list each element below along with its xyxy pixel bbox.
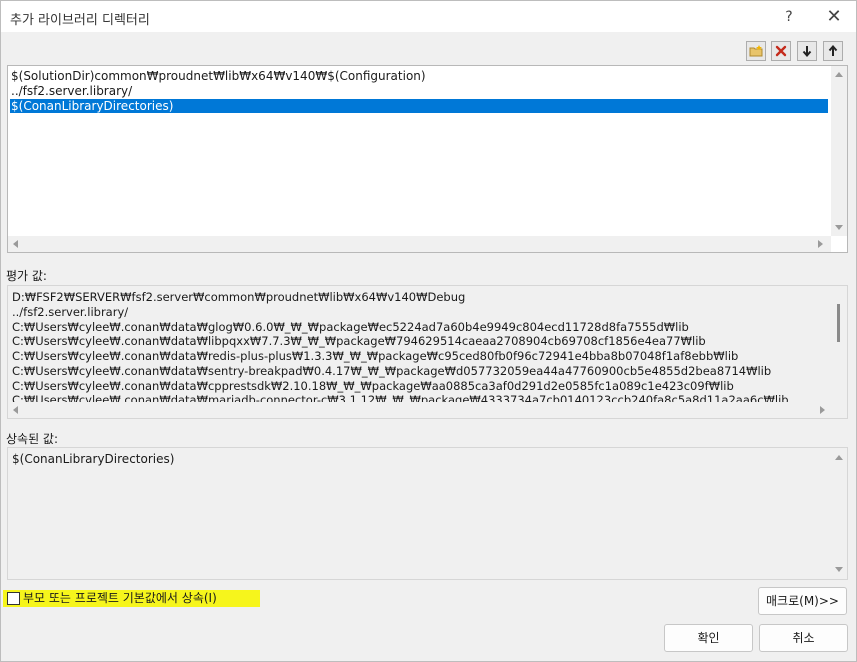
new-folder-icon (749, 45, 763, 57)
title-bar: 추가 라이브러리 디렉터리 ? ✕ (1, 1, 856, 32)
scroll-down-arrow-icon[interactable] (835, 225, 843, 230)
inherit-checkbox[interactable] (7, 592, 20, 605)
list-item[interactable]: ../fsf2.server.library/ (10, 84, 132, 98)
help-button[interactable]: ? (778, 7, 800, 27)
scroll-right-arrow-icon[interactable] (820, 406, 825, 414)
inherited-values-box[interactable]: $(ConanLibraryDirectories) (7, 447, 848, 580)
list-item-selected[interactable]: $(ConanLibraryDirectories) (10, 99, 828, 113)
evaluated-line: C:₩Users₩cylee₩.conan₩data₩cpprestsdk₩2.… (12, 378, 734, 393)
evaluated-line: C:₩Users₩cylee₩.conan₩data₩libpqxx₩7.7.3… (12, 334, 706, 348)
scroll-up-arrow-icon[interactable] (835, 72, 843, 77)
cancel-button[interactable]: 취소 (759, 624, 848, 652)
scroll-right-arrow-icon[interactable] (818, 240, 823, 248)
evaluated-horizontal-scrollbar[interactable] (8, 402, 833, 418)
scroll-left-arrow-icon[interactable] (13, 240, 18, 248)
evaluated-viewport: D:₩FSF2₩SERVER₩fsf2.server₩common₩proudn… (8, 286, 833, 402)
close-button[interactable]: ✕ (823, 7, 845, 27)
inherited-vertical-scrollbar[interactable] (831, 448, 847, 579)
evaluated-line: C:₩Users₩cylee₩.conan₩data₩sentry-breakp… (12, 364, 772, 378)
delete-icon (775, 45, 787, 57)
new-line-button[interactable] (746, 41, 766, 61)
evaluated-line: C:₩Users₩cylee₩.conan₩data₩glog₩0.6.0₩_₩… (12, 319, 689, 334)
ok-button[interactable]: 확인 (664, 624, 753, 652)
move-up-button[interactable] (823, 41, 843, 61)
evaluated-line: C:₩Users₩cylee₩.conan₩data₩redis-plus-pl… (12, 349, 739, 363)
evaluated-line: ../fsf2.server.library/ (12, 305, 129, 319)
move-down-button[interactable] (797, 41, 817, 61)
evaluated-line: C:₩Users₩cylee₩.conan₩data₩mariadb-conne… (12, 393, 789, 402)
inherited-label: 상속된 값: (6, 432, 59, 446)
evaluated-vertical-scrollbar[interactable] (833, 286, 847, 402)
evaluated-line: D:₩FSF2₩SERVER₩fsf2.server₩common₩proudn… (12, 290, 466, 304)
directory-vertical-scrollbar[interactable] (831, 66, 847, 236)
delete-button[interactable] (771, 41, 791, 61)
scroll-thumb[interactable] (837, 304, 840, 342)
directory-horizontal-scrollbar[interactable] (8, 236, 831, 252)
inherited-line: $(ConanLibraryDirectories) (12, 452, 175, 466)
move-down-icon (802, 46, 812, 57)
evaluated-label: 평가 값: (6, 269, 47, 283)
scroll-down-arrow-icon[interactable] (835, 567, 843, 572)
directory-list[interactable]: $(SolutionDir)common₩proudnet₩lib₩x64₩v1… (7, 65, 848, 253)
window-title: 추가 라이브러리 디렉터리 (10, 13, 150, 28)
evaluated-values-box[interactable]: D:₩FSF2₩SERVER₩fsf2.server₩common₩proudn… (7, 285, 848, 419)
scroll-left-arrow-icon[interactable] (13, 406, 18, 414)
move-up-icon (828, 45, 838, 56)
list-item[interactable]: $(SolutionDir)common₩proudnet₩lib₩x64₩v1… (10, 69, 426, 83)
scroll-up-arrow-icon[interactable] (835, 455, 843, 460)
macro-button[interactable]: 매크로(M)>> (758, 587, 847, 615)
dialog: 추가 라이브러리 디렉터리 ? ✕ $(SolutionDir)common₩p… (0, 0, 857, 662)
inherit-checkbox-label[interactable]: 부모 또는 프로젝트 기본값에서 상속(I) (23, 591, 217, 606)
